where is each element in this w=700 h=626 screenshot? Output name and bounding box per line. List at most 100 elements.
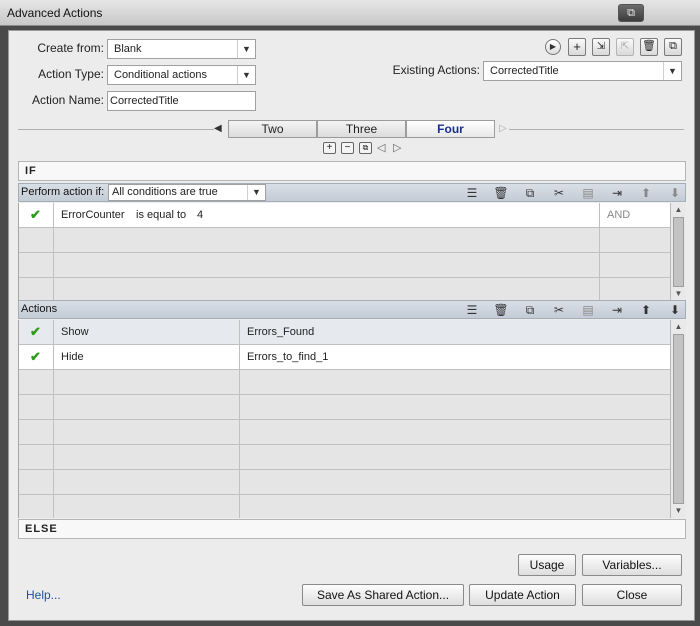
paste-icon[interactable]: ▤ (579, 185, 597, 201)
action-row-empty[interactable] (19, 395, 671, 420)
insert-row-icon[interactable]: ☰ (463, 302, 481, 318)
actions-toolbar: Actions ☰ 🗑 ⧉ ✂ ▤ ⇥ ⬆ ⬇ (18, 300, 686, 319)
restore-icon[interactable]: ⧉ (618, 4, 644, 22)
export-icon[interactable]: ⇱ (616, 38, 634, 56)
remove-decision-icon[interactable]: − (341, 142, 354, 154)
action-command[interactable]: Show (55, 320, 89, 345)
move-down-icon[interactable]: ⬇ (666, 302, 684, 318)
update-action-button[interactable]: Update Action (469, 584, 576, 606)
usage-button[interactable]: Usage (518, 554, 576, 576)
scroll-thumb[interactable] (673, 217, 684, 287)
move-down-icon[interactable]: ⬇ (666, 185, 684, 201)
preview-play-icon[interactable]: ▶ (545, 39, 561, 55)
scroll-up-icon[interactable]: ▲ (671, 203, 686, 217)
action-row-empty[interactable] (19, 495, 671, 518)
perform-action-dropdown[interactable]: All conditions are true ▼ (108, 184, 266, 201)
scroll-down-icon[interactable]: ▼ (671, 504, 686, 518)
advanced-actions-window: Advanced Actions ⧉ Create from: Blank ▼ … (0, 0, 700, 626)
column-divider (599, 203, 600, 301)
scroll-thumb[interactable] (673, 334, 684, 504)
action-type-label: Action Type: (38, 67, 104, 81)
variables-button[interactable]: Variables... (582, 554, 682, 576)
actions-scrollbar[interactable]: ▲ ▼ (670, 320, 686, 518)
create-from-dropdown[interactable]: Blank ▼ (107, 39, 256, 59)
trash-icon[interactable]: 🗑 (492, 302, 510, 318)
existing-actions-label: Existing Actions: (392, 63, 480, 77)
window-title: Advanced Actions (7, 6, 103, 20)
condition-row-empty[interactable] (19, 278, 671, 301)
column-divider (53, 203, 54, 301)
condition-operator[interactable]: is equal to (130, 203, 186, 228)
decision-divider-left (18, 129, 214, 130)
action-row-empty[interactable] (19, 470, 671, 495)
action-row-empty[interactable] (19, 445, 671, 470)
condition-value[interactable]: 4 (191, 203, 203, 228)
tab-three[interactable]: Three (317, 120, 406, 138)
scroll-right-icon[interactable]: ▷ (499, 123, 507, 134)
cut-icon[interactable]: ✂ (550, 302, 568, 318)
chevron-down-icon: ▼ (237, 66, 255, 84)
checkmark-icon[interactable]: ✔ (30, 207, 41, 223)
copy-icon[interactable]: ⧉ (521, 185, 539, 201)
action-name-input[interactable]: CorrectedTitle (107, 91, 256, 111)
action-target[interactable]: Errors_Found (241, 320, 314, 345)
create-from-value: Blank (114, 43, 142, 55)
trash-icon[interactable]: 🗑 (492, 185, 510, 201)
condition-variable[interactable]: ErrorCounter (55, 203, 125, 228)
action-row-empty[interactable] (19, 420, 671, 445)
action-target[interactable]: Errors_to_find_1 (241, 345, 328, 370)
decision-divider-right (509, 129, 684, 130)
move-decision-left-icon[interactable]: ◁ (377, 141, 385, 154)
copy-decision-icon[interactable]: ⧉ (359, 142, 372, 154)
tab-two[interactable]: Two (228, 120, 317, 138)
cut-icon[interactable]: ✂ (550, 185, 568, 201)
actions-header: Actions (21, 303, 58, 315)
action-type-value: Conditional actions (114, 69, 207, 81)
add-decision-icon[interactable]: + (323, 142, 336, 154)
import-icon[interactable]: ⇲ (592, 38, 610, 56)
conditions-scrollbar[interactable]: ▲ ▼ (670, 203, 686, 301)
duplicate-icon[interactable]: ⧉ (664, 38, 682, 56)
chevron-down-icon: ▼ (247, 185, 265, 200)
help-link[interactable]: Help... (26, 588, 61, 602)
action-row[interactable]: ✔ Show Errors_Found (19, 320, 671, 345)
insert-row-icon[interactable]: ☰ (463, 185, 481, 201)
checkmark-icon[interactable]: ✔ (30, 349, 41, 365)
condition-row[interactable]: ✔ ErrorCounter is equal to 4 AND (19, 203, 671, 228)
conditions-grid: ✔ ErrorCounter is equal to 4 AND (18, 203, 671, 301)
move-decision-right-icon[interactable]: ▷ (393, 141, 401, 154)
action-type-dropdown[interactable]: Conditional actions ▼ (107, 65, 256, 85)
action-row-empty[interactable] (19, 370, 671, 395)
action-row[interactable]: ✔ Hide Errors_to_find_1 (19, 345, 671, 370)
insert-after-icon[interactable]: ⇥ (608, 302, 626, 318)
trash-icon[interactable]: 🗑 (640, 38, 658, 56)
tab-four[interactable]: Four (406, 120, 495, 138)
move-up-icon[interactable]: ⬆ (637, 302, 655, 318)
close-button[interactable]: Close (582, 584, 682, 606)
actions-grid: ✔ Show Errors_Found ✔ Hide Errors_to_fin… (18, 320, 671, 518)
existing-actions-dropdown[interactable]: CorrectedTitle ▼ (483, 61, 682, 81)
create-from-label: Create from: (37, 41, 104, 55)
condition-row-empty[interactable] (19, 228, 671, 253)
checkmark-icon[interactable]: ✔ (30, 324, 41, 340)
copy-icon[interactable]: ⧉ (521, 302, 539, 318)
add-action-icon[interactable]: + (568, 38, 586, 56)
title-bar: Advanced Actions ⧉ (0, 0, 700, 26)
action-command[interactable]: Hide (55, 345, 84, 370)
move-up-icon[interactable]: ⬆ (637, 185, 655, 201)
condition-logic[interactable]: AND (601, 203, 630, 228)
insert-after-icon[interactable]: ⇥ (608, 185, 626, 201)
scroll-up-icon[interactable]: ▲ (671, 320, 686, 334)
if-section-header[interactable]: IF (18, 161, 686, 181)
perform-action-value: All conditions are true (112, 186, 218, 198)
condition-row-empty[interactable] (19, 253, 671, 278)
scroll-down-icon[interactable]: ▼ (671, 287, 686, 301)
column-divider (239, 320, 240, 518)
else-section-header[interactable]: ELSE (18, 519, 686, 539)
dialog-body: Create from: Blank ▼ Action Type: Condit… (8, 30, 695, 621)
action-name-label: Action Name: (31, 93, 104, 107)
save-shared-action-button[interactable]: Save As Shared Action... (302, 584, 464, 606)
paste-icon[interactable]: ▤ (579, 302, 597, 318)
scroll-left-icon[interactable]: ◀ (214, 123, 222, 134)
chevron-down-icon: ▼ (663, 62, 681, 80)
